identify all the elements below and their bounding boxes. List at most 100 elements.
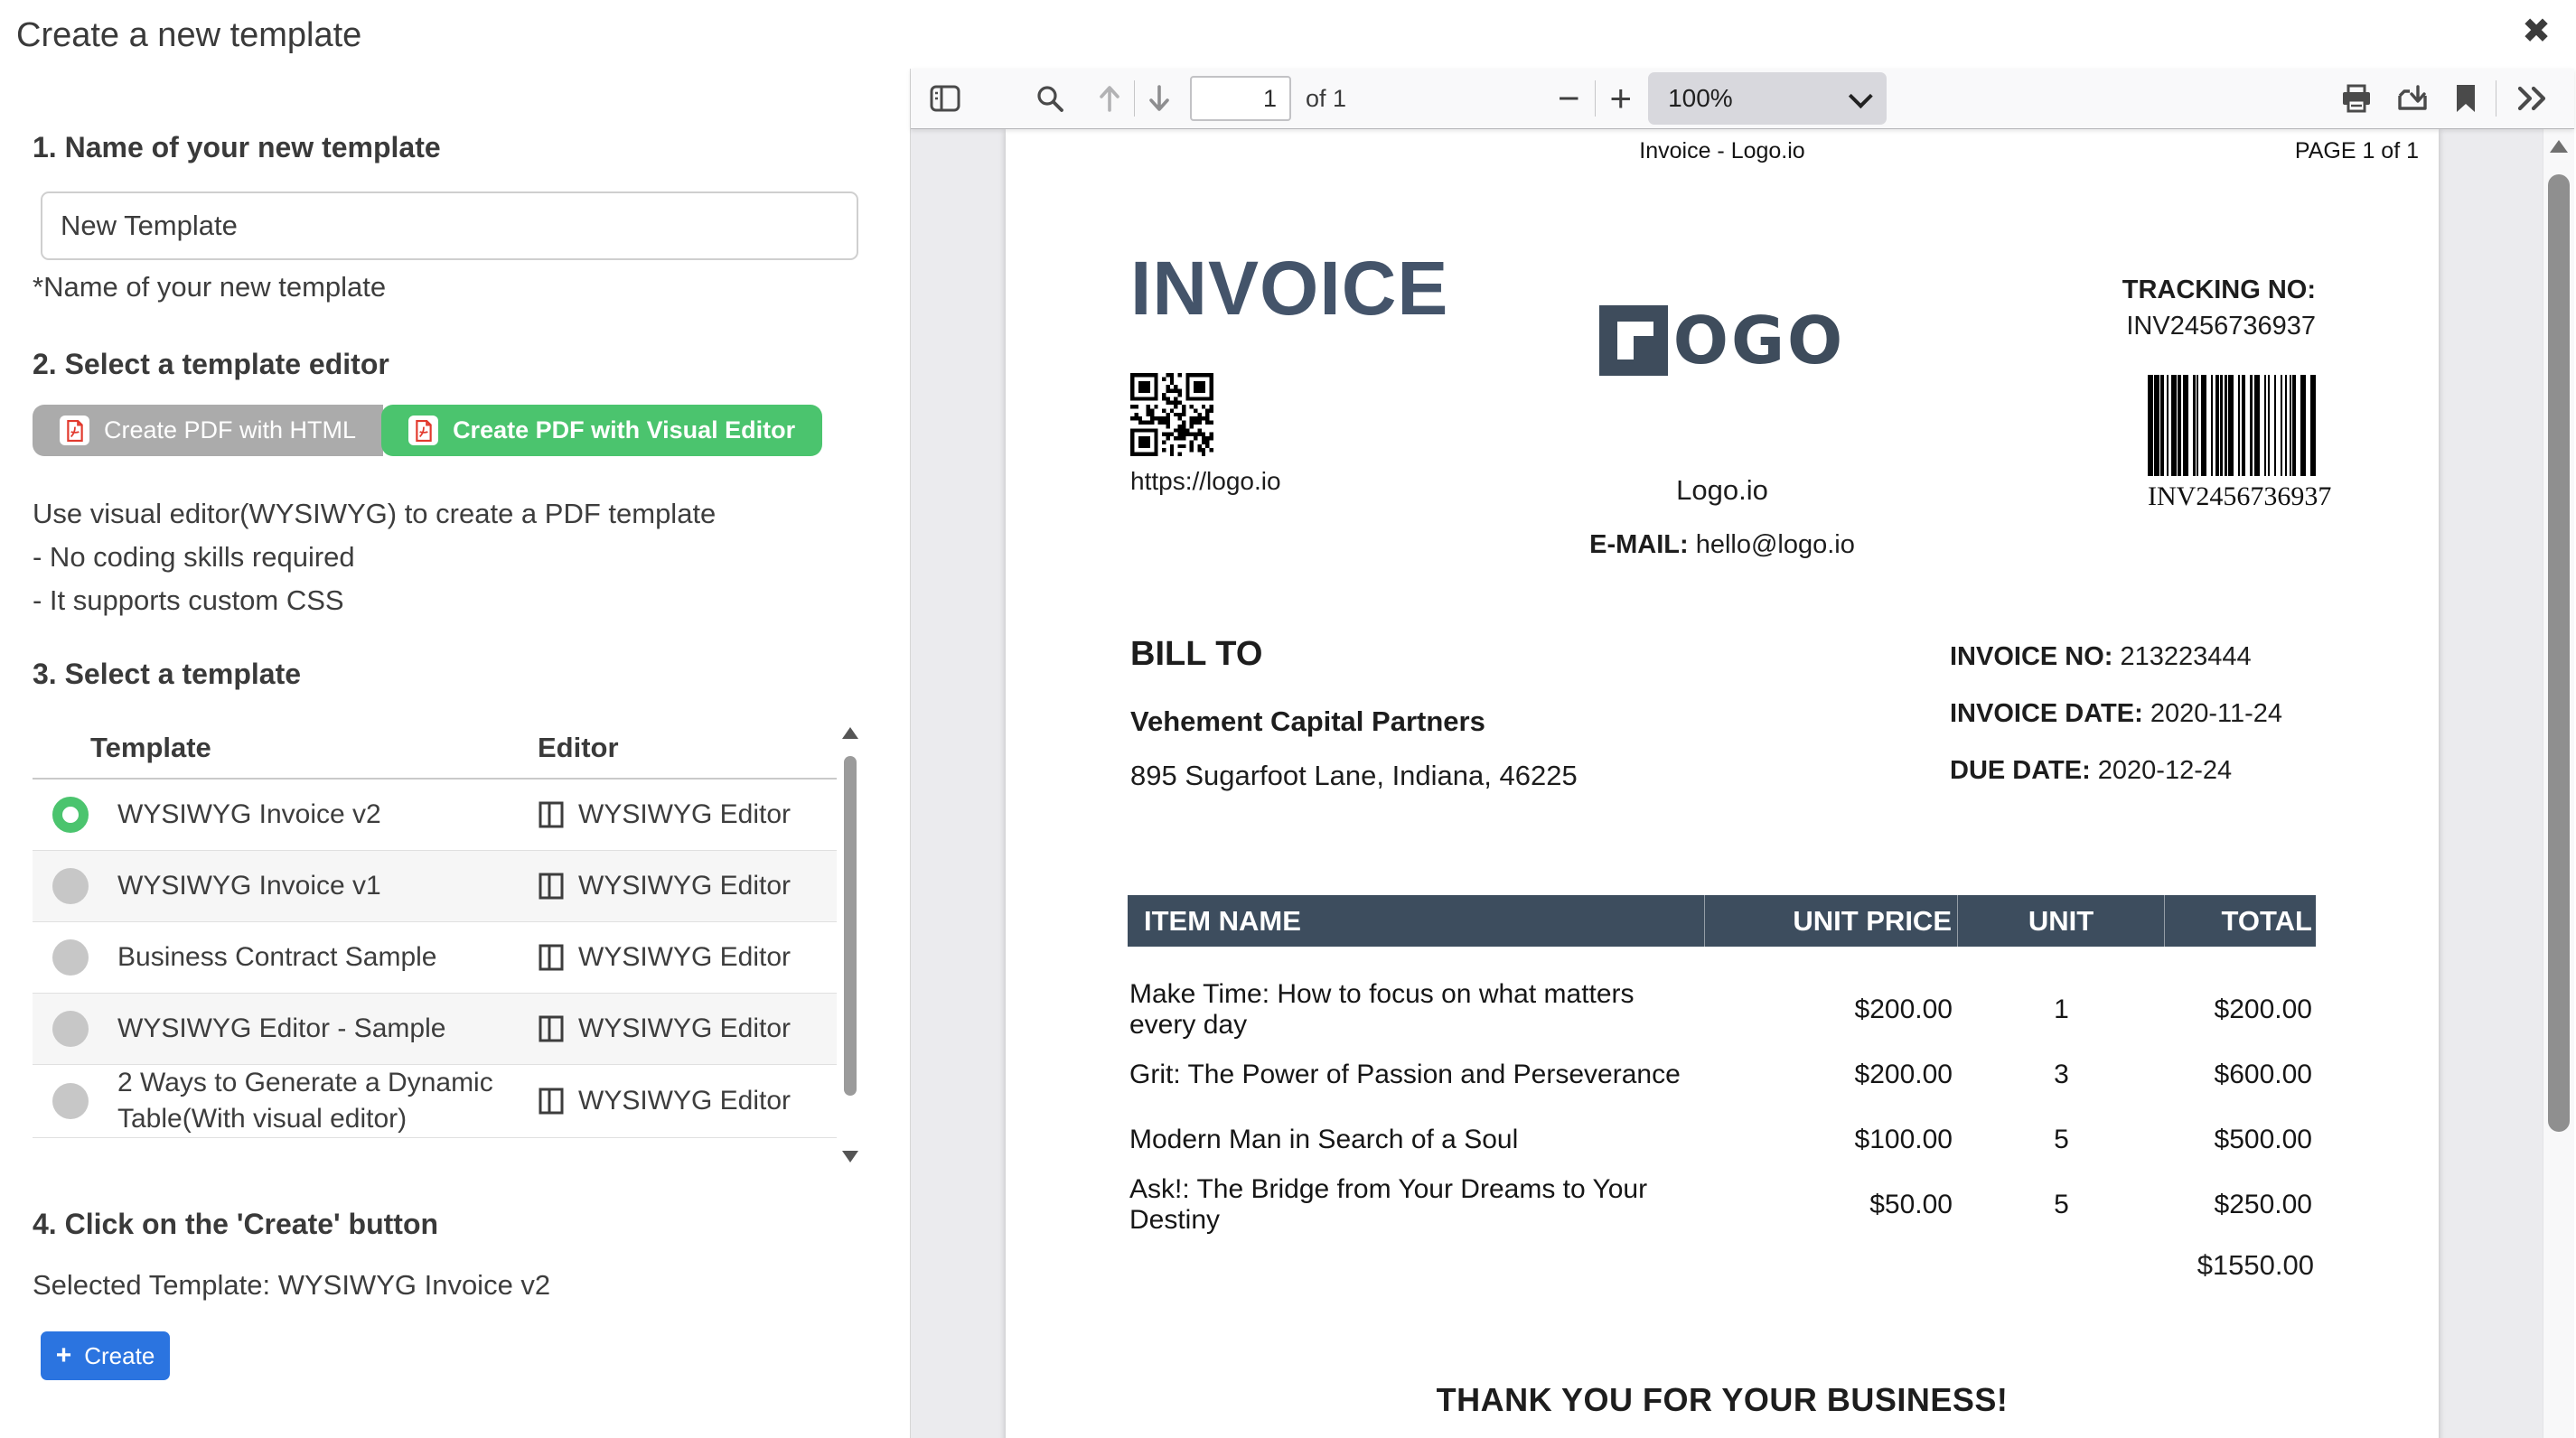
template-column-header: Template	[33, 732, 538, 764]
template-list: Template Editor WYSIWYG Invoice v2WYSIWY…	[33, 718, 860, 1138]
grand-total: $1550.00	[2197, 1249, 2314, 1282]
due-date-line: DUE DATE: 2020-12-24	[1950, 756, 2282, 786]
col-unit: UNIT	[1958, 895, 2165, 947]
toolbar-divider	[1595, 80, 1596, 117]
logo-mark-icon	[1599, 305, 1668, 376]
scroll-up-icon[interactable]	[2550, 140, 2568, 153]
page-count-label: of 1	[1306, 85, 1346, 113]
create-button-label: Create	[84, 1342, 155, 1370]
template-row-label: WYSIWYG Editor - Sample	[117, 1011, 445, 1047]
invoice-item-row: Modern Man in Search of a Soul$100.005$5…	[1128, 1107, 2316, 1172]
editor-icon	[538, 1014, 565, 1043]
print-icon[interactable]	[2340, 83, 2373, 114]
logo-text: OGO	[1673, 303, 1846, 378]
template-name-hint: *Name of your new template	[33, 271, 386, 303]
document-header-title: Invoice - Logo.io	[1006, 138, 2439, 164]
description-line: - It supports custom CSS	[33, 579, 716, 622]
tracking-value: INV2456736937	[2122, 308, 2316, 344]
zoom-in-icon[interactable]: +	[1610, 79, 1633, 117]
bookmark-icon[interactable]	[2454, 83, 2478, 114]
tracking-label: TRACKING NO:	[2122, 272, 2316, 308]
template-row-editor: WYSIWYG Editor	[578, 942, 791, 973]
create-pdf-visual-label: Create PDF with Visual Editor	[453, 416, 795, 444]
document-header-page: PAGE 1 of 1	[2295, 138, 2419, 164]
col-item-name: ITEM NAME	[1128, 895, 1705, 947]
sidebar-toggle-icon[interactable]	[929, 84, 961, 113]
scrollbar-thumb[interactable]	[844, 756, 857, 1096]
more-tools-icon[interactable]	[2515, 85, 2551, 112]
template-rows: WYSIWYG Invoice v2WYSIWYG EditorWYSIWYG …	[33, 780, 860, 1138]
template-radio[interactable]	[52, 1011, 89, 1047]
template-row-label: Business Contract Sample	[117, 939, 437, 976]
left-panel: Create a new template 1. Name of your ne…	[0, 0, 910, 1438]
footer-message: THANK YOU FOR YOUR BUSINESS!	[1006, 1381, 2439, 1419]
col-unit-price: UNIT PRICE	[1705, 895, 1958, 947]
email-line: E-MAIL: hello@logo.io	[1006, 530, 2439, 560]
invoice-date-line: INVOICE DATE: 2020-11-24	[1950, 699, 2282, 729]
template-row[interactable]: WYSIWYG Invoice v1WYSIWYG Editor	[33, 851, 837, 922]
bill-to-name: Vehement Capital Partners	[1130, 705, 1485, 738]
template-row[interactable]: Business Contract Sample WYSIWYG Editor	[33, 922, 837, 994]
template-radio[interactable]	[52, 797, 89, 833]
create-pdf-visual-button[interactable]: Create PDF with Visual Editor	[381, 405, 822, 456]
create-pdf-html-label: Create PDF with HTML	[104, 416, 356, 444]
barcode: INV2456736937	[2148, 375, 2316, 512]
invoice-meta: INVOICE NO: 213223444 INVOICE DATE: 2020…	[1950, 642, 2282, 813]
scrollbar-thumb[interactable]	[2548, 174, 2570, 1132]
pdf-file-icon	[408, 416, 438, 445]
step1-heading: 1. Name of your new template	[33, 131, 441, 164]
template-name-input[interactable]	[41, 191, 858, 260]
step2-heading: 2. Select a template editor	[33, 348, 389, 381]
editor-icon	[538, 943, 565, 972]
zoom-level-value: 100%	[1668, 84, 1733, 113]
plus-icon: +	[56, 1342, 72, 1369]
previous-page-icon[interactable]	[1097, 83, 1122, 114]
zoom-out-icon[interactable]: −	[1558, 79, 1580, 117]
pdf-scrollbar[interactable]	[2543, 129, 2574, 1438]
bill-to-label: BILL TO	[1130, 635, 1262, 674]
invoice-item-row: Grit: The Power of Passion and Persevera…	[1128, 1042, 2316, 1107]
template-row[interactable]: WYSIWYG Editor - SampleWYSIWYG Editor	[33, 994, 837, 1065]
zoom-level-select[interactable]: 100%	[1648, 72, 1887, 125]
pdf-viewer: of 1 − + 100%	[910, 69, 2574, 1438]
close-icon[interactable]: ✖	[2522, 14, 2551, 49]
create-button[interactable]: + Create	[41, 1331, 170, 1380]
template-row-editor: WYSIWYG Editor	[578, 799, 791, 830]
description-line: - No coding skills required	[33, 536, 716, 579]
bill-to-address: 895 Sugarfoot Lane, Indiana, 46225	[1130, 760, 1578, 792]
step4-heading: 4. Click on the 'Create' button	[33, 1208, 438, 1241]
page-title: Create a new template	[16, 16, 361, 55]
chevron-down-icon	[1849, 84, 1873, 108]
editor-buttons: Create PDF with HTML Create PDF with Vis…	[33, 405, 822, 456]
template-row[interactable]: 2 Ways to Generate a Dynamic Table(With …	[33, 1065, 837, 1138]
pdf-file-icon	[60, 416, 89, 445]
template-list-header: Template Editor	[33, 718, 837, 780]
col-total: TOTAL	[2165, 895, 2316, 947]
editor-column-header: Editor	[538, 732, 837, 764]
items-table-body: Make Time: How to focus on what matters …	[1128, 977, 2316, 1237]
template-list-scrollbar[interactable]	[840, 725, 860, 1164]
next-page-icon[interactable]	[1147, 83, 1172, 114]
template-row[interactable]: WYSIWYG Invoice v2 WYSIWYG Editor	[33, 780, 837, 851]
barcode-value: INV2456736937	[2148, 481, 2316, 512]
tracking-block: TRACKING NO: INV2456736937	[2122, 272, 2316, 344]
scroll-up-icon[interactable]	[842, 727, 858, 739]
template-radio[interactable]	[52, 1083, 89, 1119]
template-row-label: WYSIWYG Invoice v2	[117, 797, 381, 833]
email-label: E-MAIL:	[1589, 530, 1689, 559]
template-row-editor: WYSIWYG Editor	[578, 871, 791, 901]
template-radio[interactable]	[52, 868, 89, 904]
pdf-body: Invoice - Logo.io PAGE 1 of 1 INVOICE OG…	[911, 129, 2574, 1438]
page-number-input[interactable]	[1190, 76, 1291, 121]
create-pdf-html-button[interactable]: Create PDF with HTML	[33, 405, 383, 456]
items-table-header: ITEM NAME UNIT PRICE UNIT TOTAL	[1128, 895, 2316, 947]
template-row-editor: WYSIWYG Editor	[578, 1086, 791, 1116]
search-icon[interactable]	[1035, 84, 1064, 113]
invoice-item-row: Ask!: The Bridge from Your Dreams to You…	[1128, 1172, 2316, 1237]
download-icon[interactable]	[2396, 83, 2431, 114]
pdf-toolbar: of 1 − + 100%	[911, 69, 2574, 129]
editor-icon	[538, 1087, 565, 1116]
template-radio[interactable]	[52, 939, 89, 976]
qr-code	[1130, 373, 1213, 456]
scroll-down-icon[interactable]	[842, 1151, 858, 1163]
